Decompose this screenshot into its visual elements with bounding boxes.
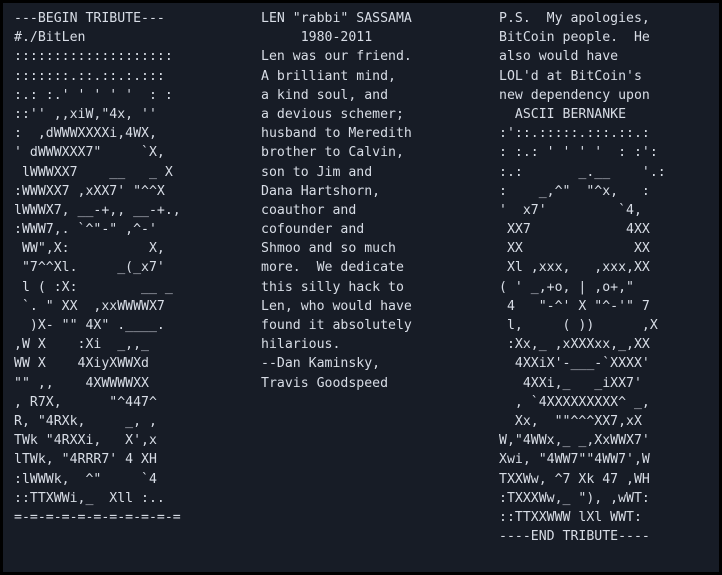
ascii-bitlen-art-line: )X- "" 4X" .____. xyxy=(14,318,165,333)
ps-ascii-bernanke-line: XX XX xyxy=(499,241,650,257)
ascii-bitlen-art-line: :.: :.' ' ' ' ' : : xyxy=(14,87,173,103)
ps-ascii-bernanke-line: also would have xyxy=(499,49,619,65)
ps-ascii-bernanke-line: ASCII BERNANKE xyxy=(499,106,627,122)
tribute-text-line: Travis Goodspeed xyxy=(261,375,389,391)
ascii-bitlen-art-line: :WWWXX7 ,xXX7' "^^X xyxy=(14,183,165,199)
ascii-art-bitlen-column: ---BEGIN TRIBUTE---#./BitLen::::::::::::… xyxy=(3,9,255,527)
ascii-bitlen-art-line: #./BitLen xyxy=(14,30,86,46)
ps-ascii-bernanke-line: ( ' _,+o, | ,o+," xyxy=(499,279,634,295)
ascii-bitlen-art-line: WW",X: X, xyxy=(14,241,165,257)
ps-ascii-bernanke-line: 4 "-^' X "^-'" 7 xyxy=(499,298,650,314)
ascii-bitlen-art-line: WW X 4XiyXWWXd xyxy=(14,356,149,372)
tribute-text-line: husband to Meredith xyxy=(261,126,412,142)
tribute-text-line: LEN "rabbi" SASSAMA xyxy=(261,11,412,26)
ascii-bitlen-art-line: TWk "4RXXi, X',x xyxy=(14,433,157,449)
ps-ascii-bernanke-line: 4XXi,_ _iXX7' xyxy=(499,375,642,391)
ps-ascii-bernanke-line: TXXWw, ^7 Xk 47 ,WH xyxy=(499,471,650,487)
tribute-text-line: --Dan Kaminsky, xyxy=(261,356,381,372)
ascii-bitlen-art-line: lWWWXX7 __ _ X xyxy=(14,164,173,180)
tribute-text-line: Len was our friend. xyxy=(261,49,412,65)
ps-ascii-bernanke-line: new dependency upon xyxy=(499,87,650,103)
tribute-text-line: Len, who would have xyxy=(261,298,412,314)
tribute-text-line: 1980-2011 xyxy=(261,30,373,46)
tribute-text-line: Shmoo and so much xyxy=(261,241,396,257)
ascii-bitlen-art-line: ::TTXWWi,_ Xll :.. xyxy=(14,490,165,506)
ps-ascii-bernanke-line: :.: _.__ '.: xyxy=(499,164,666,180)
tribute-columns: ---BEGIN TRIBUTE---#./BitLen::::::::::::… xyxy=(3,3,719,546)
ps-ascii-bernanke-line: LOL'd at BitCoin's xyxy=(499,68,642,84)
ps-ascii-bernanke-line: :'::.:::::.:::.::.: xyxy=(499,126,650,142)
ascii-bitlen-art-line: ---BEGIN TRIBUTE--- xyxy=(14,11,165,26)
ascii-bitlen-art-line: ,W X :Xi _,,_ xyxy=(14,337,149,353)
ascii-bitlen-art-line: , R7X, "^447^ xyxy=(14,394,157,410)
ps-ascii-bernanke-line: :Xx,_ ,xXXXxx,_,XX xyxy=(499,337,650,353)
ascii-bitlen-art-line: lWWWX7, __-+,, __-+., xyxy=(14,202,181,218)
tribute-text-line: this silly hack to xyxy=(261,279,404,295)
ascii-bitlen-art-line: "7^^Xl. _(_x7' xyxy=(14,260,165,276)
tribute-text-line: son to Jim and xyxy=(261,164,373,180)
tribute-text-column: LEN "rabbi" SASSAMA 1980-2011 Len was our… xyxy=(255,9,497,393)
tribute-text-line: brother to Calvin, xyxy=(261,145,404,161)
ps-ascii-bernanke-line: ----END TRIBUTE---- xyxy=(499,529,650,545)
ascii-bitlen-art-line: ::'' ,,xiW,"4x, '' xyxy=(14,106,157,122)
ps-ascii-bernanke-line: W,"4WWx,_ _,XxWWX7' xyxy=(499,433,650,449)
ps-ascii-bernanke-line: XX7 4XX xyxy=(499,222,650,238)
ps-ascii-bernanke-line: :TXXXWw,_ "), ,wWT: xyxy=(499,490,650,506)
ps-ascii-bernanke-line: Xwi, "4WW7""4WW7',W xyxy=(499,452,650,468)
tribute-text-line: more. We dedicate xyxy=(261,260,404,276)
tribute-text-line: found it absolutely xyxy=(261,318,412,333)
ascii-bitlen-art-line: "" ,, 4XWWWWXX xyxy=(14,375,149,391)
tribute-text-line: Dana Hartshorn, xyxy=(261,183,381,199)
ascii-bitlen-art-line: :lWWWk, ^" `4 xyxy=(14,471,157,487)
terminal-window: ---BEGIN TRIBUTE---#./BitLen::::::::::::… xyxy=(3,3,719,572)
tribute-text-line: hilarious. xyxy=(261,337,341,353)
tribute-text-line: cofounder and xyxy=(261,222,365,238)
tribute-text-line: a devious schemer; xyxy=(261,106,404,122)
ps-ascii-bernanke-line: : _,^" "^x, : xyxy=(499,183,650,199)
ps-ascii-bernanke-line: ::TTXXWWW lXl WWT: xyxy=(499,509,642,525)
ascii-bitlen-art-line: lTWk, "4RRR7' 4 XH xyxy=(14,452,157,468)
ascii-bitlen-art-line: l ( :X: __ _ xyxy=(14,279,173,295)
ascii-bitlen-art-line: ' dWWWXXX7" `X, xyxy=(14,145,165,161)
ps-ascii-bernanke-line: : :.: ' ' ' ' : :': xyxy=(499,145,658,161)
ps-ascii-bernanke-line: , `4XXXXXXXXX^ _, xyxy=(499,394,650,410)
ps-ascii-bernanke-line: ' x7' `4, xyxy=(499,202,642,218)
tribute-text-line: a kind soul, and xyxy=(261,87,389,103)
ps-ascii-bernanke-line: Xl ,xxx, ,xxx,XX xyxy=(499,260,650,276)
ps-ascii-bernanke-line: P.S. My apologies, xyxy=(499,11,650,26)
ascii-bitlen-art-line: :::::::.::.::.:.::: xyxy=(14,68,165,84)
ps-ascii-bernanke-line: 4XXiX'-___-`XXXX' xyxy=(499,356,650,372)
ascii-bitlen-art-line: R, "4RXk, _, , xyxy=(14,413,157,429)
ps-ascii-bernanke-line: Xx, ""^^^XX7,xX xyxy=(499,413,642,429)
ascii-bitlen-art-line: : ,dWWWXXXXi,4WX, xyxy=(14,126,157,142)
ascii-bitlen-art-line: =-=-=-=-=-=-=-=-=-=-= xyxy=(14,509,181,525)
ps-ascii-bernanke-line: BitCoin people. He xyxy=(499,30,650,46)
ascii-bitlen-art-line: :WWW7,. `^"-" ,^-' xyxy=(14,222,157,238)
tribute-text-line: A brilliant mind, xyxy=(261,68,396,84)
ascii-bitlen-art-line: `. " XX ,xxWWWWX7 xyxy=(14,298,165,314)
tribute-text-line: coauthor and xyxy=(261,202,357,218)
ps-ascii-bernanke-line: l, ( )) ,X xyxy=(499,318,658,333)
ps-ascii-bernanke-column: P.S. My apologies, BitCoin people. He also… xyxy=(497,9,719,546)
ascii-bitlen-art-line: :::::::::::::::::::: xyxy=(14,49,173,65)
